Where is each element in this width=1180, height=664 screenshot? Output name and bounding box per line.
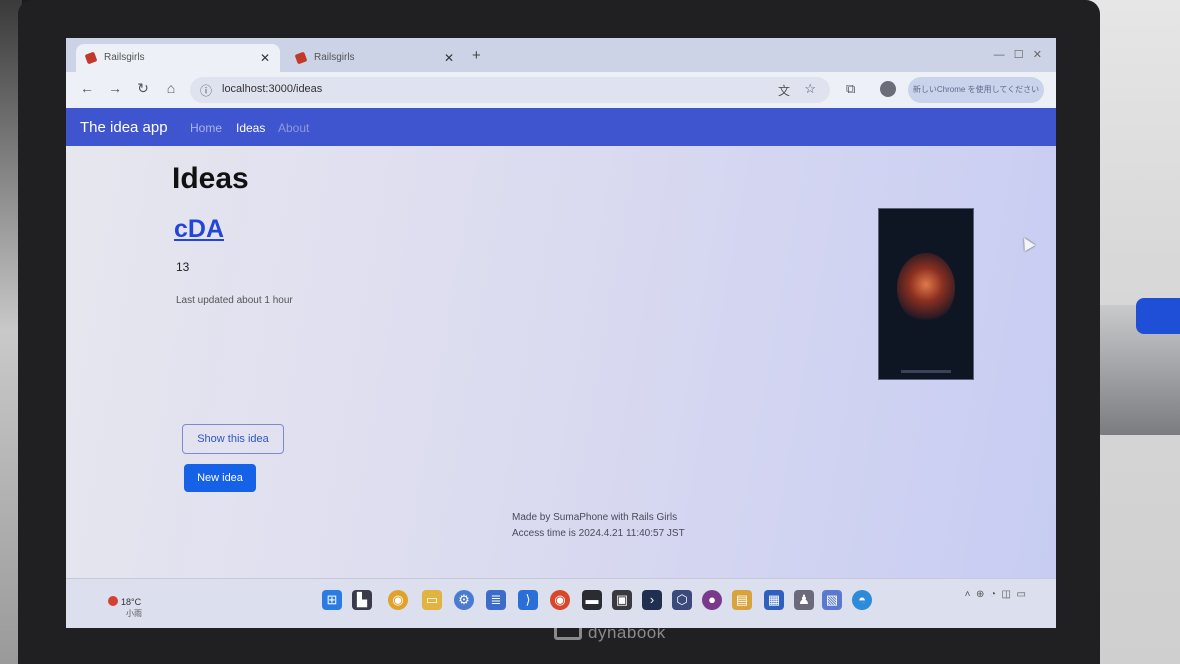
- app-icon-3[interactable]: ▦: [764, 590, 784, 610]
- close-tab-icon[interactable]: ✕: [444, 44, 454, 72]
- site-info-icon[interactable]: ⓘ: [200, 82, 212, 99]
- idea-updated-text: Last updated about 1 hour: [176, 295, 293, 306]
- weather-desc: 小雨: [126, 609, 142, 618]
- app-icon-4[interactable]: ♟: [794, 590, 814, 610]
- vscode-icon[interactable]: ⟩: [518, 590, 538, 610]
- files-icon[interactable]: ▧: [822, 590, 842, 610]
- picture-glow: [897, 253, 955, 323]
- back-icon[interactable]: ←: [78, 80, 96, 96]
- profile-avatar[interactable]: [880, 81, 896, 97]
- new-tab-button[interactable]: +: [472, 47, 481, 64]
- weather-temp: 18°C: [121, 597, 142, 607]
- windows-start-icon[interactable]: ⊞: [322, 590, 342, 610]
- folder-icon[interactable]: ▤: [732, 590, 752, 610]
- chrome-icon[interactable]: ◉: [388, 590, 408, 610]
- forward-icon[interactable]: →: [106, 80, 124, 96]
- windows-taskbar: 18°C 小雨 ⊞ ▙ ◉ ▭ ⚙ ≣ ⟩ ◉ ▬ ▣ › ⬡ ● ▤ ▦ ♟ …: [66, 578, 1056, 628]
- app-icon-2[interactable]: ●: [702, 590, 722, 610]
- tab-title: Railsgirls: [104, 52, 145, 63]
- rails-favicon-icon: [294, 51, 308, 65]
- nav-ideas[interactable]: Ideas: [236, 121, 265, 135]
- reload-icon[interactable]: ↻: [134, 80, 152, 97]
- notepad-icon[interactable]: ≣: [486, 590, 506, 610]
- window-controls[interactable]: — ☐ ✕: [994, 48, 1042, 61]
- url-text[interactable]: localhost:3000/ideas: [222, 83, 322, 95]
- laptop-screen: Railsgirls ✕ Railsgirls ✕ + — ☐ ✕ ← → ↻ …: [66, 38, 1056, 628]
- rails-favicon-icon: [84, 51, 98, 65]
- translate-icon[interactable]: 文: [778, 82, 790, 99]
- box-icon[interactable]: ⬡: [672, 590, 692, 610]
- tab-railsgirls-2[interactable]: Railsgirls ✕: [286, 44, 464, 72]
- chrome-update-button[interactable]: 新しいChrome を使用してください: [908, 77, 1044, 103]
- idea-description: 13: [176, 260, 190, 274]
- page-title: Ideas: [172, 162, 249, 195]
- extensions-icon[interactable]: ⧉: [846, 81, 855, 97]
- file-explorer-icon[interactable]: ▭: [422, 590, 442, 610]
- app-icon[interactable]: ▣: [612, 590, 632, 610]
- app-icon-5[interactable]: ◓: [852, 590, 872, 610]
- browser-toolbar: ← → ↻ ⌂ ⓘ localhost:3000/ideas 文 ☆ ⧉ 新しい…: [66, 72, 1056, 108]
- idea-picture: [878, 208, 974, 380]
- powershell-icon[interactable]: ›: [642, 590, 662, 610]
- weather-icon: [108, 596, 118, 606]
- smartphone: [1136, 298, 1180, 334]
- footer-access-time: Access time is 2024.4.21 11:40:57 JST: [512, 528, 685, 539]
- tab-bar: Railsgirls ✕ Railsgirls ✕ + — ☐ ✕: [66, 38, 1056, 72]
- close-tab-icon[interactable]: ✕: [260, 44, 270, 72]
- app-brand[interactable]: The idea app: [80, 119, 168, 136]
- picture-navbar: [901, 370, 951, 373]
- settings-icon[interactable]: ⚙: [454, 590, 474, 610]
- tab-title: Railsgirls: [314, 52, 355, 63]
- nav-home[interactable]: Home: [190, 121, 222, 135]
- bookmark-star-icon[interactable]: ☆: [804, 81, 816, 97]
- footer-credit: Made by SumaPhone with Rails Girls: [512, 512, 678, 523]
- new-idea-button[interactable]: New idea: [184, 464, 256, 492]
- tab-railsgirls-1[interactable]: Railsgirls ✕: [76, 44, 280, 72]
- system-tray[interactable]: ˄ ⊕ ◔ ◫ ▭: [965, 589, 1026, 600]
- weather-widget[interactable]: 18°C 小雨: [108, 596, 142, 618]
- terminal-icon[interactable]: ▬: [582, 590, 602, 610]
- nav-about[interactable]: About: [278, 121, 309, 135]
- address-bar[interactable]: ⓘ localhost:3000/ideas 文 ☆: [190, 77, 830, 103]
- task-view-icon[interactable]: ▙: [352, 590, 372, 610]
- mouse-cursor-icon: [1018, 234, 1036, 252]
- idea-name-link[interactable]: cDA: [174, 215, 224, 244]
- chrome-profile-icon[interactable]: ◉: [550, 590, 570, 610]
- app-navbar: The idea app Home Ideas About: [66, 108, 1056, 146]
- show-idea-button[interactable]: Show this idea: [182, 424, 284, 454]
- home-icon[interactable]: ⌂: [162, 80, 180, 96]
